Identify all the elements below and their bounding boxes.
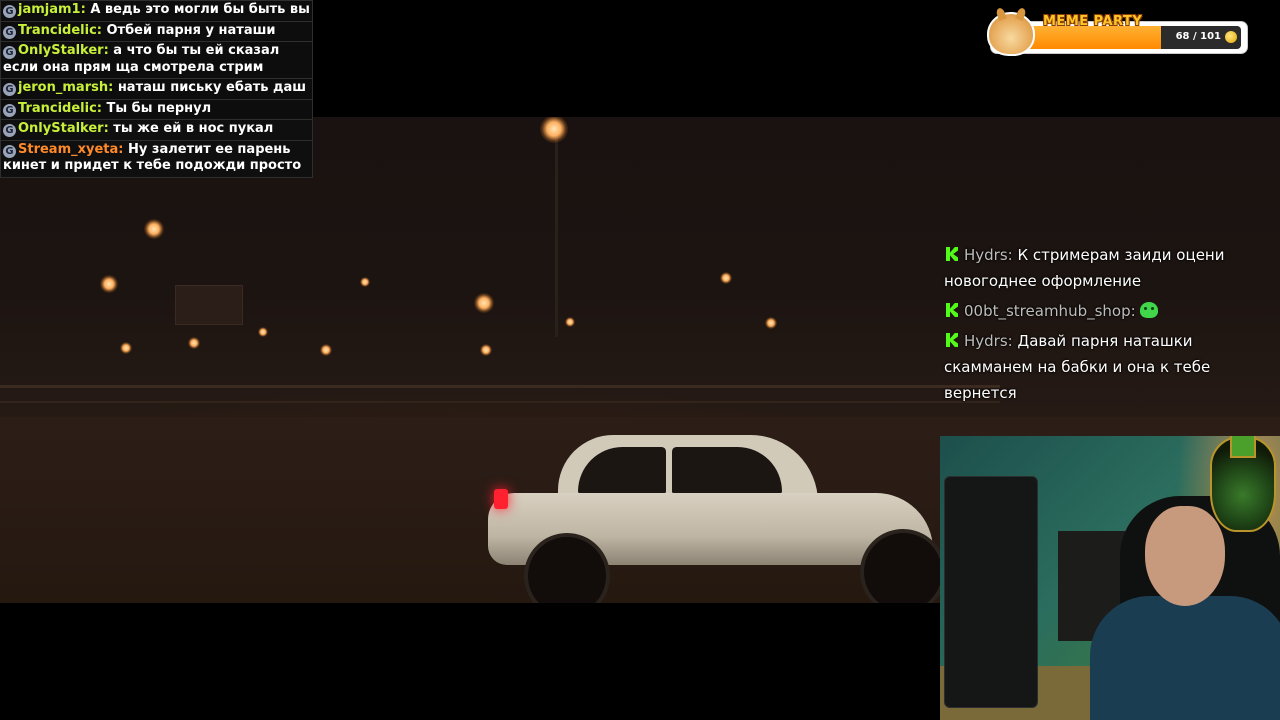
chat-message: Gjeron_marsh: наташ письку ебать даш (0, 79, 313, 100)
doge-icon (987, 12, 1035, 56)
street-lamp-pole (555, 137, 558, 337)
chat-username: Stream_xyeta: (18, 141, 124, 157)
chat-username: Hydrs: (964, 332, 1013, 350)
chat-username: jamjam1: (18, 2, 86, 17)
guard-rail (0, 385, 1000, 388)
chat-message: G OnlyStalker: а что бы ты ей сказал если… (0, 42, 313, 79)
chat-overlay-right: Hydrs: К стримерам заиди оцени новогодне… (944, 242, 1244, 410)
chat-username: Trancidelic: (18, 22, 102, 38)
chat-username: Hydrs: (964, 246, 1013, 264)
streamer-body (1090, 596, 1280, 720)
street-light (188, 337, 200, 349)
tail-light (494, 489, 508, 509)
street-light (320, 344, 332, 356)
kick-icon (946, 247, 958, 261)
chat-text: наташ письку ебать даш (113, 80, 307, 95)
streamer-face (1145, 506, 1225, 606)
chat-message: Hydrs: К стримерам заиди оцени новогодне… (944, 242, 1244, 294)
military-badge-icon (1210, 436, 1276, 532)
g-badge-icon: G (3, 124, 16, 137)
street-light (120, 342, 132, 354)
street-light (765, 317, 777, 329)
guard-rail-lower (0, 401, 1000, 403)
chat-message: G Stream_xyeta: Ну залетит ее парень кине… (0, 140, 313, 178)
chat-message: G Trancidelic: Ты бы пернул (0, 99, 313, 120)
kick-icon (946, 303, 958, 317)
chat-username: OnlyStalker: (18, 43, 109, 58)
meme-party-count: 68 / 101 (1175, 31, 1221, 42)
webcam-feed (940, 436, 1280, 720)
street-light (480, 344, 492, 356)
meme-party-widget: 68 / 101 MEME PARTY (987, 12, 1247, 56)
g-badge-icon: G (3, 46, 16, 59)
chat-text: А ведь это могли бы быть вы (85, 2, 310, 17)
chat-username: 00bt_streamhub_shop: (964, 302, 1136, 320)
chat-username: Trancidelic: (18, 100, 102, 116)
g-badge-icon: G (3, 144, 16, 158)
meme-party-title: MEME PARTY (1043, 14, 1143, 29)
g-badge-icon: G (3, 5, 16, 18)
street-light (360, 277, 370, 287)
street-light (144, 219, 164, 239)
chat-text: Ты бы пернул (101, 100, 212, 116)
chat-text: Отбей парня у наташи (101, 22, 276, 38)
chat-message: Hydrs: Давай парня наташки скамманем на … (944, 328, 1244, 406)
chat-text: ты же ей в нос пукал (108, 121, 274, 136)
street-light (540, 117, 568, 143)
chat-username: jeron_marsh: (18, 80, 114, 95)
treadmill (944, 476, 1038, 708)
street-light (100, 275, 118, 293)
g-badge-icon: G (3, 25, 16, 39)
g-badge-icon: G (3, 83, 16, 96)
kick-icon (946, 333, 958, 347)
white-car (488, 435, 946, 603)
chat-overlay-left: Gjamjam1: А ведь это могли бы быть вы GT… (0, 0, 313, 178)
chat-message: G OnlyStalker: ты же ей в нос пукал (0, 120, 313, 141)
g-badge-icon: G (3, 103, 16, 117)
chat-username: OnlyStalker: (18, 121, 109, 136)
road-sign (175, 285, 243, 325)
green-blob-emote-icon (1140, 302, 1159, 318)
chat-message: Gjamjam1: А ведь это могли бы быть вы (0, 0, 313, 22)
street-light (474, 293, 494, 313)
chat-message: 00bt_streamhub_shop: (944, 298, 1244, 324)
street-light (565, 317, 575, 327)
chat-message: G Trancidelic: Отбей парня у наташи (0, 21, 313, 42)
coin-icon (1225, 31, 1237, 43)
street-light (720, 272, 732, 284)
street-light (258, 327, 268, 337)
